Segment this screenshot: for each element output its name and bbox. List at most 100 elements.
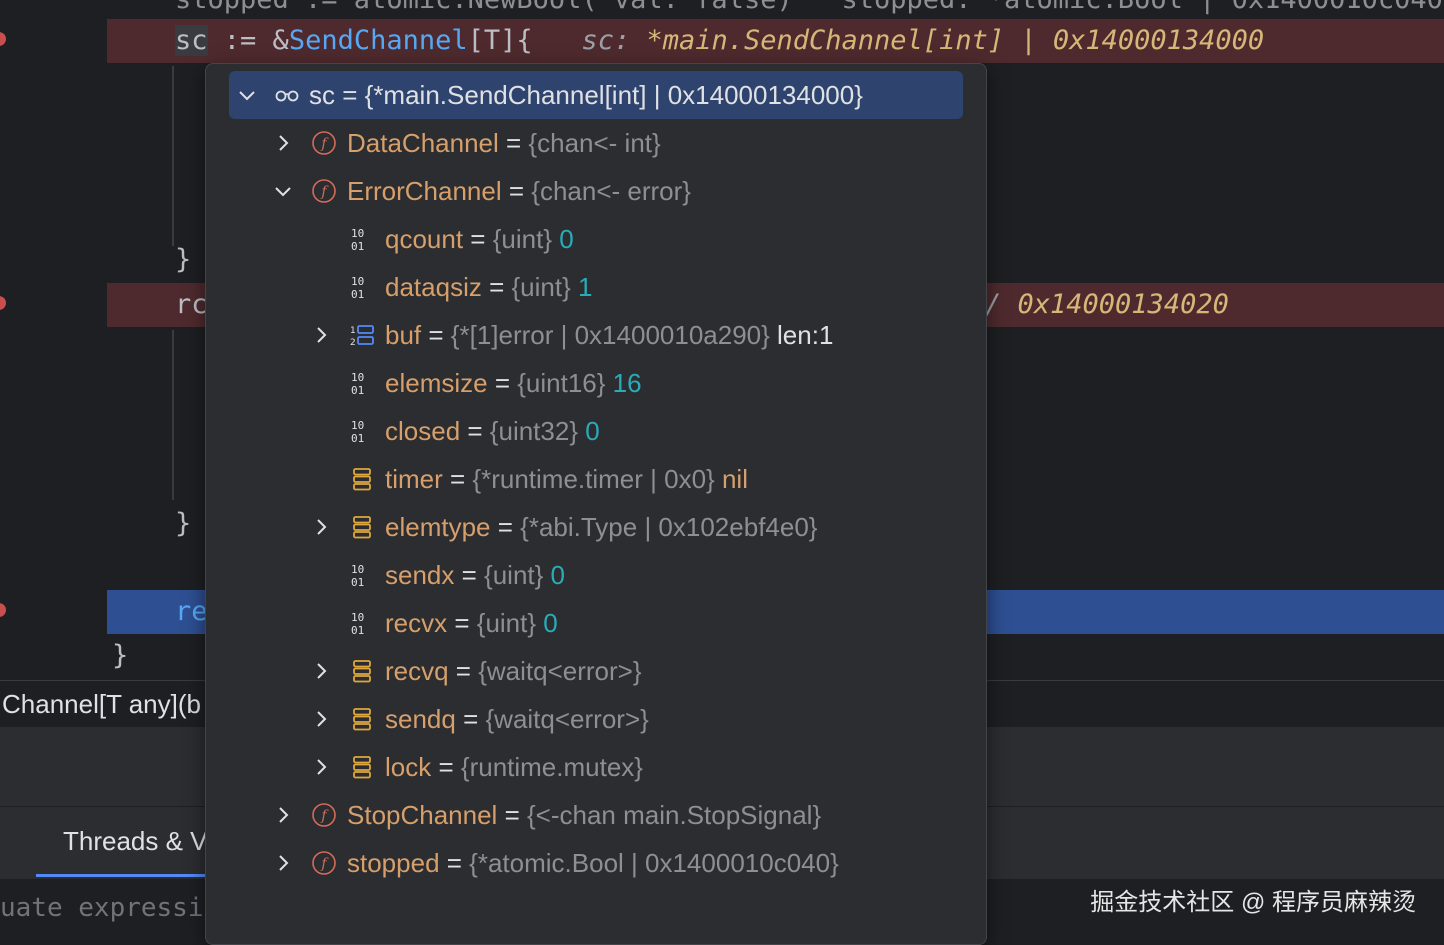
variable-type: {<-chan main.StopSignal}	[526, 800, 822, 830]
variable-value: 0	[585, 416, 600, 446]
field-icon: f	[312, 851, 336, 875]
tree-row-text: closed = {uint32} 0	[385, 413, 600, 449]
equals-sign: =	[501, 176, 532, 206]
equals-sign: =	[490, 512, 521, 542]
tree-row-qcount[interactable]: 10 01 qcount = {uint} 0	[206, 215, 986, 263]
svg-text:f: f	[320, 136, 329, 152]
svg-text:01: 01	[351, 240, 364, 251]
evaluate-expression-input[interactable]: uate expressio	[0, 893, 219, 923]
tree-row-sendq[interactable]: sendq = {waitq<error>}	[206, 695, 986, 743]
svg-text:10: 10	[351, 275, 364, 288]
chevron-right-icon[interactable]	[309, 755, 333, 779]
code-var-rc: rc	[175, 289, 208, 320]
chevron-right-icon[interactable]	[309, 707, 333, 731]
code-brace: }	[175, 508, 192, 539]
svg-text:2: 2	[350, 338, 356, 347]
variable-value: 0	[559, 224, 574, 254]
equals-sign: =	[498, 128, 529, 158]
tree-row-elemsize[interactable]: 10 01 elemsize = {uint16} 16	[206, 359, 986, 407]
svg-text:f: f	[320, 808, 329, 824]
variable-name: buf	[385, 320, 422, 350]
svg-text:01: 01	[351, 576, 364, 587]
variable-type: {uint}	[511, 272, 578, 302]
code-var-re: re	[175, 596, 208, 627]
tree-row-recvx[interactable]: 10 01 recvx = {uint} 0	[206, 599, 986, 647]
variable-name: qcount	[385, 224, 464, 254]
svg-text:10: 10	[351, 611, 364, 624]
svg-text:10: 10	[351, 563, 364, 576]
tree-row-lock[interactable]: lock = {runtime.mutex}	[206, 743, 986, 791]
tree-row-dataqsiz[interactable]: 10 01 dataqsiz = {uint} 1	[206, 263, 986, 311]
struct-icon	[350, 659, 374, 683]
code-var-sc[interactable]: sc	[175, 25, 208, 56]
variable-type: {uint}	[476, 608, 544, 638]
variable-name: elemsize	[385, 368, 488, 398]
variable-type: {chan<- error}	[531, 176, 691, 206]
indent-guide	[172, 330, 174, 500]
debug-value-popup[interactable]: sc = {*main.SendChannel[int] | 0x1400013…	[205, 63, 987, 945]
tab-threads-variables[interactable]: Threads & V	[63, 826, 208, 857]
tree-row-errorchannel[interactable]: f ErrorChannel = {chan<- error}	[206, 167, 986, 215]
tree-row-datachannel[interactable]: f DataChannel = {chan<- int}	[206, 119, 986, 167]
chevron-right-icon[interactable]	[271, 131, 295, 155]
chevron-right-icon[interactable]	[271, 803, 295, 827]
code-op: :=	[207, 25, 273, 56]
equals-sign: =	[442, 464, 473, 494]
code-line-sc: sc := &SendChannel[T]{ sc: *main.SendCha…	[175, 19, 1264, 63]
svg-text:f: f	[320, 856, 329, 872]
editor-gutter[interactable]	[0, 0, 107, 678]
struct-icon	[350, 707, 374, 731]
chevron-right-icon[interactable]	[309, 323, 333, 347]
equals-sign: =	[481, 272, 512, 302]
inline-hint-label	[533, 25, 582, 56]
tree-row-text: stopped = {*atomic.Bool | 0x1400010c040}	[347, 845, 839, 881]
field-icon: f	[312, 803, 336, 827]
variable-name: recvx	[385, 608, 448, 638]
code-brace: }	[112, 640, 129, 671]
variable-type: {uint16}	[517, 368, 613, 398]
tree-row-stopchannel[interactable]: f StopChannel = {<-chan main.StopSignal}	[206, 791, 986, 839]
chevron-down-icon[interactable]	[235, 83, 259, 107]
equals-sign: =	[421, 320, 451, 350]
tree-row-text: sendq = {waitq<error>}	[385, 701, 649, 737]
tree-row-root[interactable]: sc = {*main.SendChannel[int] | 0x1400013…	[229, 71, 963, 119]
tree-row-closed[interactable]: 10 01 closed = {uint32} 0	[206, 407, 986, 455]
tree-row-sendx[interactable]: 10 01 sendx = {uint} 0	[206, 551, 986, 599]
inline-hint-sc-label: sc:	[581, 25, 647, 56]
variable-name: closed	[385, 416, 461, 446]
inline-hint-sc-value: *main.SendChannel[int] | 0x14000134000	[646, 25, 1265, 56]
variable-type: {*[1]error | 0x1400010a290}	[450, 320, 778, 350]
tree-row-text: timer = {*runtime.timer | 0x0} nil	[385, 461, 748, 497]
tree-row-stopped[interactable]: f stopped = {*atomic.Bool | 0x1400010c040…	[206, 839, 986, 887]
tree-row-text: lock = {runtime.mutex}	[385, 749, 643, 785]
tree-row-recvq[interactable]: recvq = {waitq<error>}	[206, 647, 986, 695]
watch-glasses-icon	[271, 83, 299, 107]
field-icon: f	[312, 179, 336, 203]
equals-sign: =	[448, 656, 479, 686]
tree-row-buf[interactable]: 1 2 buf = {*[1]error | 0x1400010a290} len:…	[206, 311, 986, 359]
tree-row-text: buf = {*[1]error | 0x1400010a290} len:1	[385, 317, 833, 353]
variable-name: lock	[385, 752, 432, 782]
variable-value: 16	[612, 368, 642, 398]
svg-text:10: 10	[351, 227, 364, 240]
equals-sign: =	[439, 848, 470, 878]
inline-hint-rc-value: / 0x14000134020	[985, 289, 1229, 320]
chevron-down-icon[interactable]	[271, 179, 295, 203]
chevron-right-icon[interactable]	[309, 515, 333, 539]
code-generic: [T]{	[467, 25, 533, 56]
function-signature[interactable]: Channel[T any](b	[2, 689, 201, 720]
chevron-right-icon[interactable]	[309, 659, 333, 683]
chevron-right-icon[interactable]	[271, 851, 295, 875]
binary-icon: 10 01	[350, 227, 374, 253]
variable-type: {chan<- int}	[528, 128, 661, 158]
tree-row-elemtype[interactable]: elemtype = {*abi.Type | 0x102ebf4e0}	[206, 503, 986, 551]
code-type-sendchannel[interactable]: SendChannel	[289, 25, 468, 56]
equals-sign: =	[454, 560, 485, 590]
variable-value: len:1	[777, 320, 834, 350]
tree-row-timer[interactable]: timer = {*runtime.timer | 0x0} nil	[206, 455, 986, 503]
tree-row-text: StopChannel = {<-chan main.StopSignal}	[347, 797, 821, 833]
variable-type: {waitq<error>}	[485, 704, 649, 734]
variable-name: sendx	[385, 560, 455, 590]
variable-value: 0	[550, 560, 566, 590]
variable-value: 1	[578, 272, 593, 302]
